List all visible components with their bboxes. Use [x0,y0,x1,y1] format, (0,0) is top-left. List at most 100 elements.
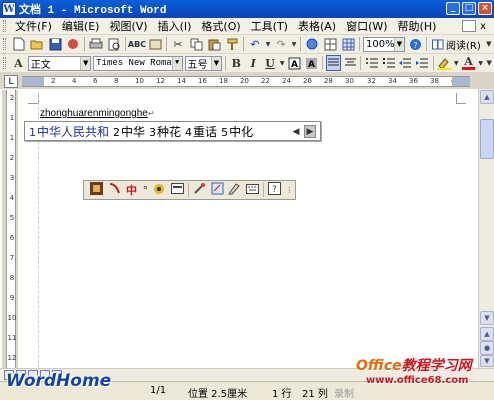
permission-icon[interactable] [65,36,81,52]
chevron-down-icon[interactable]: ▼ [171,56,182,70]
highlight-dropdown-icon[interactable]: ▼ [453,55,459,71]
spelling-icon[interactable]: ABC [128,36,146,52]
menu-window[interactable]: 窗口(W) [341,18,392,34]
vruler-number: 6 [9,234,15,242]
ask-question-box[interactable] [462,20,477,32]
maximize-button[interactable]: □ [462,2,476,15]
vertical-ruler[interactable]: 2 1 1 2 3 4 5 6 7 8 9 10 11 12 [2,90,18,368]
font-color-dropdown-icon[interactable]: ▼ [478,55,484,71]
chevron-down-icon[interactable]: ▼ [210,56,221,70]
candidate-prev-icon[interactable]: ◀ [290,125,302,138]
menu-format[interactable]: 格式(O) [196,18,245,34]
font-color-letter: A [464,54,473,68]
styles-formatting-icon[interactable]: A [11,55,26,71]
toolbar-options-icon[interactable]: ▼ [485,55,492,71]
menu-view[interactable]: 视图(V) [104,18,152,34]
style-combo[interactable]: 正文 ▼ [27,55,92,71]
decrease-indent-icon[interactable] [398,55,413,71]
candidate-2[interactable]: 2中华 [113,123,145,140]
font-color-icon[interactable]: A [461,55,476,71]
align-center-icon[interactable] [343,55,358,71]
character-shading-icon[interactable]: A [304,55,319,71]
ime-menu-icon[interactable]: ⋮ [286,186,293,194]
select-browse-object-icon[interactable]: ● [480,341,494,355]
document-close-icon[interactable]: x [480,21,486,32]
ime-pinyin-icon[interactable] [108,182,122,198]
bullets-icon[interactable] [381,55,396,71]
menu-grip-handle[interactable] [3,20,6,32]
menu-edit[interactable]: 编辑(E) [57,18,105,34]
menu-table[interactable]: 表格(A) [293,18,341,34]
underline-dropdown-icon[interactable]: ▼ [279,55,285,71]
bold-button[interactable]: B [229,55,244,71]
italic-button[interactable]: I [246,55,261,71]
menu-tools[interactable]: 工具(T) [246,18,293,34]
ime-punctuation-icon[interactable]: ° [142,184,149,197]
ruler-number: 24 [282,77,291,85]
insert-table-icon[interactable] [340,36,356,52]
undo-icon[interactable]: ↶ [247,36,263,52]
menu-help[interactable]: 帮助(H) [393,18,442,34]
increase-indent-icon[interactable] [415,55,430,71]
redo-dropdown-icon[interactable]: ▼ [291,36,297,52]
reading-label: 阅读(R) [446,40,481,52]
hyperlink-icon[interactable] [304,36,320,52]
minimize-button[interactable]: _ [446,2,460,15]
scroll-thumb[interactable] [480,119,494,159]
candidate-next-icon[interactable]: ▶ [304,125,316,138]
cut-icon[interactable]: ✂ [170,36,186,52]
character-border-icon[interactable]: A [287,55,302,71]
chevron-down-icon[interactable]: ▼ [80,56,91,70]
underline-button[interactable]: U [263,55,278,71]
candidate-5[interactable]: 5中化 [221,123,253,140]
ime-keyboard-icon[interactable] [170,183,185,197]
candidate-1[interactable]: 1中华人民共和 [29,123,109,140]
vertical-scrollbar[interactable]: ▲ ▼ ▲ ● ▼ [478,89,494,368]
candidate-4[interactable]: 4重话 [185,123,217,140]
help-icon[interactable]: ? [407,36,423,52]
research-icon[interactable] [147,36,163,52]
menu-file[interactable]: 文件(F) [10,18,57,34]
highlight-icon[interactable] [437,55,452,71]
candidate-3[interactable]: 3种花 [149,123,181,140]
ime-chinese-mode-toggle[interactable]: 中 [125,182,138,198]
reading-layout-button[interactable]: 阅读(R) [429,37,484,52]
toolbar-grip-handle[interactable] [3,38,6,50]
new-document-icon[interactable] [11,36,27,52]
tables-borders-icon[interactable] [322,36,338,52]
menu-insert[interactable]: 插入(I) [153,18,197,34]
toolbar-grip-handle[interactable] [3,57,6,69]
scroll-down-icon[interactable]: ▼ [480,311,494,325]
ime-handwriting-icon[interactable] [228,182,242,198]
ime-softkeyboard-icon[interactable] [246,183,260,197]
previous-page-icon[interactable]: ▲ [480,327,494,341]
ime-skin-icon[interactable] [153,182,167,198]
print-icon[interactable] [88,36,104,52]
zoom-combo[interactable]: 100% ▼ [363,36,405,52]
save-icon[interactable] [47,36,63,52]
print-preview-icon[interactable] [106,36,122,52]
scroll-up-icon[interactable]: ▲ [480,90,494,104]
numbering-icon[interactable] [364,55,379,71]
status-record[interactable]: 录制 [334,385,354,400]
document-text[interactable]: zhonghuarenmingonghe↵ [40,108,155,119]
horizontal-ruler[interactable]: 2246810121416182022242628303234363840 [22,76,470,87]
open-folder-icon[interactable] [29,36,45,52]
close-button[interactable]: × [478,2,492,15]
word-app-icon[interactable]: W [2,2,16,16]
align-justify-icon[interactable] [325,55,341,71]
ime-help-icon[interactable]: ? [268,182,282,198]
undo-dropdown-icon[interactable]: ▼ [265,36,271,52]
paste-icon[interactable] [206,36,222,52]
redo-icon[interactable]: ↷ [273,36,289,52]
ime-logo-icon[interactable] [90,182,104,198]
ime-dictionary-icon[interactable] [211,182,225,198]
font-combo[interactable]: Times New Roman ▼ [93,55,183,71]
copy-icon[interactable] [188,36,204,52]
tab-selector-icon[interactable]: L [4,75,18,88]
chevron-down-icon[interactable]: ▼ [394,37,404,51]
toolbar-options-icon[interactable]: ▼ [485,36,493,52]
ime-tool-icon[interactable] [193,182,207,198]
font-size-combo[interactable]: 五号 ▼ [184,55,222,71]
format-painter-icon[interactable] [224,36,240,52]
